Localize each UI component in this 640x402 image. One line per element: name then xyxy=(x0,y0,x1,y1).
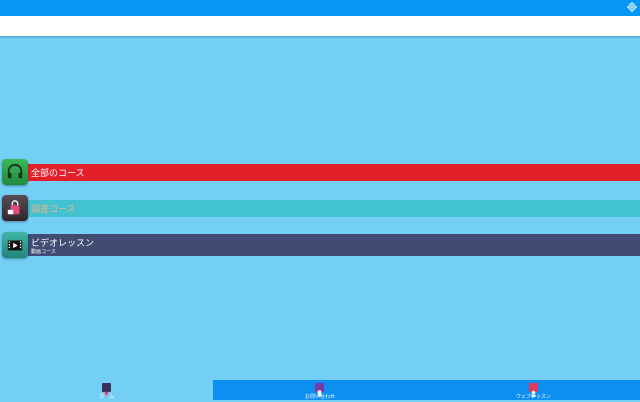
course-sublabel: 動画コース xyxy=(31,249,56,255)
course-label[interactable]: 調査コース xyxy=(31,202,76,215)
phone-icon xyxy=(315,383,325,397)
nav-item-home[interactable]: ホーム xyxy=(0,380,214,400)
video-icon[interactable] xyxy=(2,232,28,258)
nav-label: お問い合わせ xyxy=(304,394,335,400)
course-item-video[interactable]: ビデオレッスン 動画コース xyxy=(0,230,640,260)
bottom-navigation: ホーム お問い合わせ ウェブレッスン xyxy=(0,380,640,400)
web-lesson-icon xyxy=(528,383,538,397)
nav-label: ホーム xyxy=(99,394,115,400)
nav-item-web-lesson[interactable]: ウェブレッスン xyxy=(427,380,640,400)
headphones-icon[interactable] xyxy=(2,159,28,185)
course-bar[interactable] xyxy=(28,164,640,181)
nav-item-contact[interactable]: お問い合わせ xyxy=(213,380,426,400)
title-bar xyxy=(0,16,640,36)
top-app-bar xyxy=(0,0,640,16)
home-icon xyxy=(102,383,112,397)
gear-icon[interactable] xyxy=(627,2,637,12)
divider xyxy=(0,36,640,38)
course-label[interactable]: 全部のコース xyxy=(31,166,85,179)
nav-label: ウェブレッスン xyxy=(515,394,551,400)
course-bar[interactable] xyxy=(28,234,640,256)
shopping-bag-icon[interactable] xyxy=(2,195,28,221)
course-bar[interactable] xyxy=(28,200,640,217)
course-item-all[interactable]: 全部のコース xyxy=(0,159,640,187)
course-item-survey[interactable]: 調査コース xyxy=(0,195,640,223)
